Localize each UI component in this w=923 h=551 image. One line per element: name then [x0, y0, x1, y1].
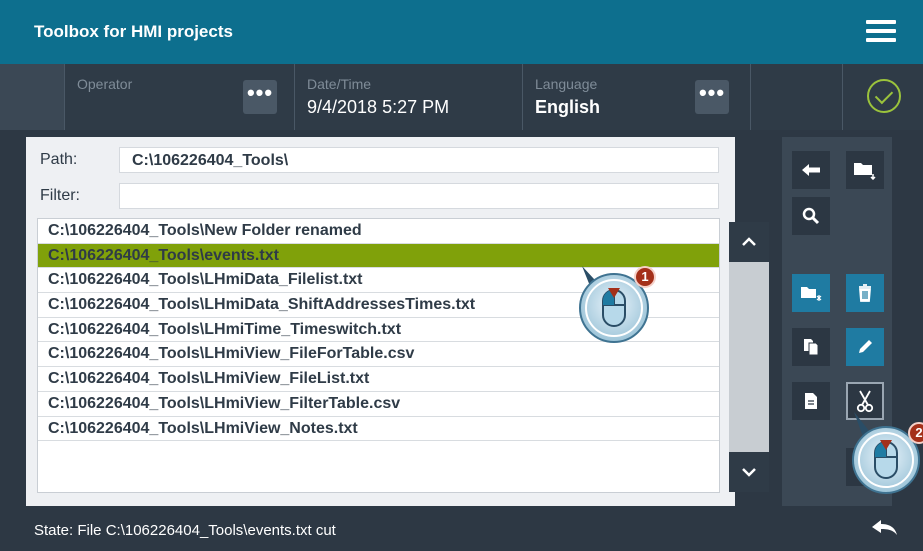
language-cell: Language English •••	[522, 64, 750, 130]
list-item[interactable]: C:\106226404_Tools\LHmiView_FilterTable.…	[38, 392, 719, 417]
search-button[interactable]	[792, 197, 830, 235]
path-field[interactable]: C:\106226404_Tools\	[119, 147, 719, 173]
copy-icon	[804, 339, 819, 356]
datetime-cell: Date/Time 9/4/2018 5:27 PM	[294, 64, 522, 130]
check-icon[interactable]	[867, 79, 901, 113]
callout-number-1: 1	[634, 266, 656, 288]
filter-input[interactable]	[119, 183, 719, 209]
callout-number-2: 2	[908, 422, 923, 444]
back-button[interactable]	[871, 518, 901, 540]
language-more-button[interactable]: •••	[695, 80, 729, 114]
path-label: Path:	[40, 151, 78, 168]
app-title: Toolbox for HMI projects	[34, 22, 233, 41]
delete-button[interactable]	[846, 274, 884, 312]
mouse-icon	[852, 412, 920, 494]
paste-button[interactable]	[792, 382, 830, 420]
scroll-track[interactable]	[729, 262, 769, 452]
mouse-callout-2: 2	[850, 408, 923, 505]
header-spacer-cell	[750, 64, 842, 130]
chevron-down-icon	[742, 468, 756, 477]
confirm-cell	[842, 64, 923, 130]
new-folder-icon	[801, 287, 822, 301]
list-item[interactable]: C:\106226404_Tools\New Folder renamed	[38, 219, 719, 244]
copy-button[interactable]	[792, 328, 830, 366]
list-item[interactable]: C:\106226404_Tools\LHmiView_FileList.txt	[38, 367, 719, 392]
status-header: Operator ••• Date/Time 9/4/2018 5:27 PM …	[0, 64, 923, 130]
chevron-up-icon	[742, 237, 756, 246]
datetime-value: 9/4/2018 5:27 PM	[307, 97, 450, 117]
back-icon	[872, 520, 897, 535]
delete-icon	[859, 284, 871, 302]
arrow-left-icon	[802, 164, 820, 176]
state-message: State: File C:\106226404_Tools\events.tx…	[34, 522, 336, 539]
filter-label: Filter:	[40, 187, 80, 204]
rename-button[interactable]	[846, 328, 884, 366]
status-footer: State: File C:\106226404_Tools\events.tx…	[0, 506, 923, 551]
language-value: English	[535, 97, 601, 117]
list-item[interactable]: C:\106226404_Tools\LHmiView_Notes.txt	[38, 417, 719, 442]
operator-more-button[interactable]: •••	[243, 80, 277, 114]
search-icon	[802, 207, 820, 225]
mouse-callout-1: 1	[578, 258, 658, 359]
datetime-label: Date/Time	[307, 76, 372, 92]
operator-cell: Operator •••	[64, 64, 294, 130]
header-left-block	[0, 64, 64, 130]
open-folder-button[interactable]	[846, 151, 884, 189]
go-up-button[interactable]	[792, 151, 830, 189]
folder-download-icon	[854, 163, 876, 180]
menu-icon[interactable]	[866, 20, 896, 44]
operator-label: Operator	[77, 76, 133, 92]
new-folder-button[interactable]	[792, 274, 830, 312]
scroll-down-button[interactable]	[729, 452, 769, 492]
scroll-up-button[interactable]	[729, 222, 769, 262]
paste-icon	[805, 393, 817, 409]
edit-icon	[859, 340, 872, 353]
title-bar: Toolbox for HMI projects	[0, 0, 923, 64]
language-label: Language	[535, 76, 598, 92]
